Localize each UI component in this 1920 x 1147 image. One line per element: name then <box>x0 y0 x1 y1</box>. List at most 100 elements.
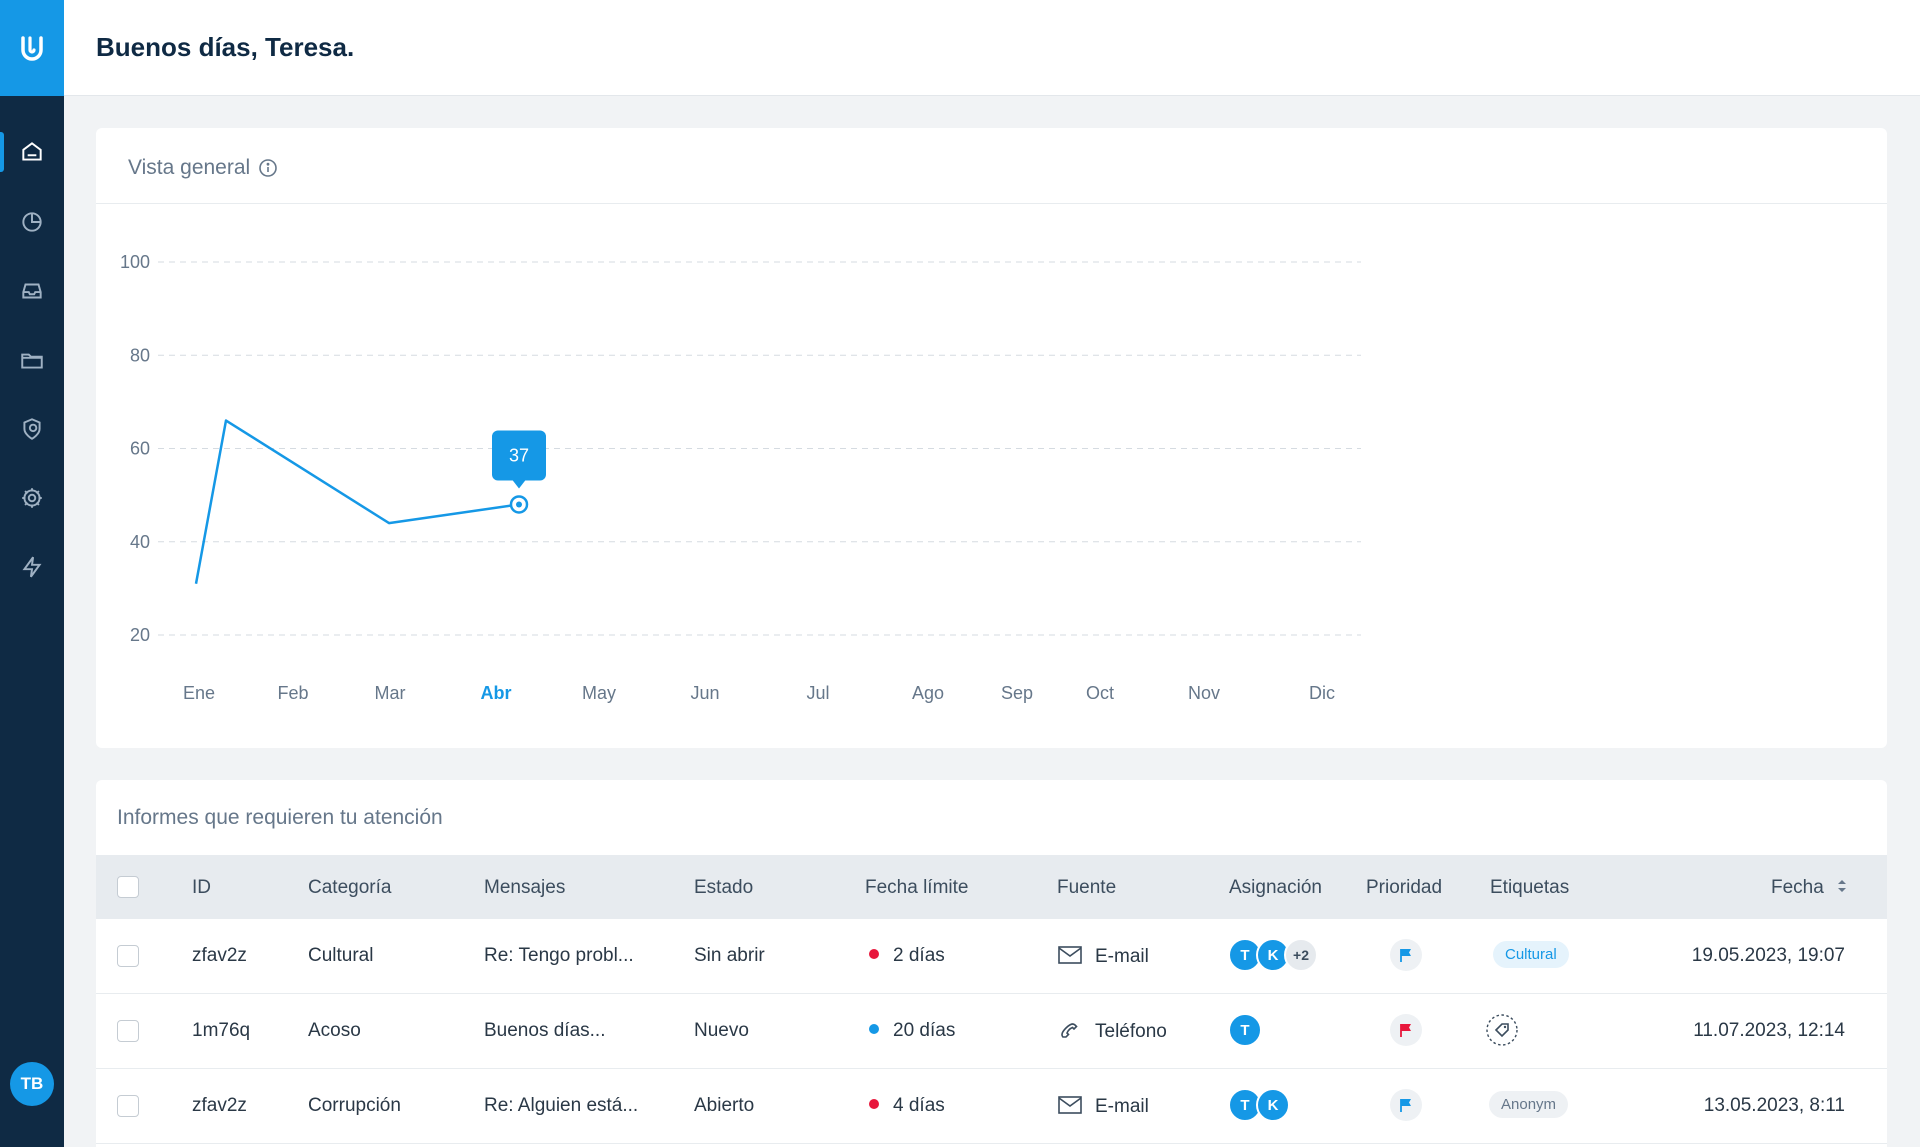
report-id: zfav2z <box>192 945 247 966</box>
x-tick-label: Abr <box>481 683 512 703</box>
assignee-avatar[interactable]: T <box>1228 1013 1262 1047</box>
reports-title: Informes que requieren tu atención <box>117 806 443 829</box>
column-header-messages[interactable]: Mensajes <box>484 877 565 899</box>
pie-chart-icon <box>22 212 42 232</box>
x-tick-label: Feb <box>277 683 308 703</box>
source-text: Teléfono <box>1095 1021 1167 1042</box>
x-tick-label: Oct <box>1086 683 1114 703</box>
deadline-dot <box>869 949 879 959</box>
series-line <box>194 419 520 584</box>
report-message: Buenos días... <box>484 1020 606 1041</box>
folder-icon <box>21 353 43 369</box>
column-header-deadline[interactable]: Fecha límite <box>865 877 968 899</box>
column-header-status[interactable]: Estado <box>694 877 753 899</box>
report-deadline: 20 días <box>869 1020 955 1042</box>
overview-card: Vista general 20 40 60 80 100 Ene Feb Mar Abr May… <box>96 128 1887 748</box>
report-source: Teléfono <box>1057 1020 1167 1043</box>
report-date: 13.05.2023, 8:11 <box>1703 1095 1845 1116</box>
x-tick-label: Ene <box>183 683 215 703</box>
tag-chip[interactable]: Anonym <box>1489 1091 1569 1118</box>
column-header-source[interactable]: Fuente <box>1057 877 1116 899</box>
sort-icon[interactable] <box>1835 877 1849 895</box>
nav-automations[interactable] <box>0 543 64 591</box>
row-checkbox[interactable] <box>117 1095 139 1117</box>
flag-icon <box>1400 1024 1411 1037</box>
y-tick-label: 20 <box>130 625 150 645</box>
assignee-list[interactable]: T <box>1228 1013 1262 1047</box>
x-tick-label: Jun <box>690 683 719 703</box>
report-source: E-mail <box>1057 945 1149 968</box>
gear-icon <box>22 488 42 508</box>
report-category: Acoso <box>308 1020 361 1041</box>
report-status: Sin abrir <box>694 945 765 966</box>
report-date: 19.05.2023, 19:07 <box>1691 945 1845 966</box>
x-tick-label: Dic <box>1309 683 1335 703</box>
priority-badge[interactable] <box>1390 939 1422 971</box>
x-tick-label: Jul <box>806 683 829 703</box>
tag-chip[interactable]: Cultural <box>1493 941 1569 968</box>
report-category: Cultural <box>308 945 374 966</box>
table-row[interactable]: zfav2z Cultural Re: Tengo probl... Sin a… <box>96 919 1887 994</box>
inbox-icon <box>22 283 42 299</box>
flag-icon <box>1400 949 1411 962</box>
table-row[interactable]: 1m76q Acoso Buenos días... Nuevo 20 días… <box>96 994 1887 1069</box>
report-id: zfav2z <box>192 1095 247 1116</box>
phone-icon <box>1061 1023 1078 1038</box>
column-header-assignment[interactable]: Asignación <box>1229 877 1322 899</box>
add-tag-icon[interactable] <box>1485 1013 1519 1047</box>
nav-analytics[interactable] <box>0 198 64 246</box>
data-point-center <box>516 501 522 508</box>
assignee-list[interactable]: T K +2 <box>1228 938 1318 972</box>
deadline-text: 2 días <box>893 945 945 966</box>
column-header-tags[interactable]: Etiquetas <box>1490 877 1569 899</box>
source-text: E-mail <box>1095 1096 1149 1117</box>
assignee-avatar[interactable]: K <box>1256 1088 1290 1122</box>
priority-badge[interactable] <box>1390 1014 1422 1046</box>
report-status: Abierto <box>694 1095 755 1116</box>
priority-badge[interactable] <box>1390 1089 1422 1121</box>
overview-line-chart: 20 40 60 80 100 Ene Feb Mar Abr May Jun Jul Ago Sep Oc… <box>120 252 1361 703</box>
column-header-date[interactable]: Fecha <box>1771 877 1849 899</box>
report-message: Re: Tengo probl... <box>484 945 634 966</box>
lightning-icon <box>22 556 42 578</box>
column-header-id[interactable]: ID <box>192 877 211 899</box>
x-tick-label: Nov <box>1188 683 1220 703</box>
row-checkbox[interactable] <box>117 1020 139 1042</box>
table-row[interactable]: zfav2z Corrupción Re: Alguien está... Ab… <box>96 1069 1887 1144</box>
nav-folders[interactable] <box>0 336 64 384</box>
sidebar: TB <box>0 0 64 1147</box>
tooltip-pointer <box>512 479 526 489</box>
assignee-list[interactable]: T K <box>1228 1088 1290 1122</box>
nav-configuration[interactable] <box>0 405 64 453</box>
source-text: E-mail <box>1095 946 1149 967</box>
tooltip-value: 37 <box>509 445 529 465</box>
report-deadline: 4 días <box>869 1095 945 1117</box>
report-id: 1m76q <box>192 1020 251 1041</box>
report-date: 11.07.2023, 12:14 <box>1693 1020 1845 1041</box>
column-header-date-label: Fecha <box>1771 877 1824 898</box>
y-tick-label: 100 <box>120 252 150 272</box>
nav-inbox[interactable] <box>0 267 64 315</box>
y-tick-label: 80 <box>130 345 150 365</box>
report-deadline: 2 días <box>869 945 945 967</box>
deadline-text: 20 días <box>893 1020 956 1041</box>
row-checkbox[interactable] <box>117 945 139 967</box>
column-header-priority[interactable]: Prioridad <box>1366 877 1442 899</box>
deadline-dot <box>869 1099 879 1109</box>
reports-card: Informes que requieren tu atención ID Ca… <box>96 780 1887 1147</box>
app-logo[interactable] <box>0 0 64 96</box>
assignee-more-badge[interactable]: +2 <box>1284 938 1318 972</box>
report-message: Re: Alguien está... <box>484 1095 639 1116</box>
select-all-checkbox[interactable] <box>117 876 139 898</box>
x-tick-label: May <box>582 683 616 703</box>
report-category: Corrupción <box>308 1095 401 1116</box>
nav-settings[interactable] <box>0 474 64 522</box>
x-tick-label: Sep <box>1001 683 1033 703</box>
flag-icon <box>1400 1099 1411 1112</box>
user-avatar[interactable]: TB <box>10 1062 54 1106</box>
page-title: Buenos días, Teresa. <box>96 32 355 62</box>
nav-home[interactable] <box>0 128 64 176</box>
column-header-category[interactable]: Categoría <box>308 877 391 899</box>
logo-icon <box>21 36 43 61</box>
x-tick-label: Ago <box>912 683 944 703</box>
